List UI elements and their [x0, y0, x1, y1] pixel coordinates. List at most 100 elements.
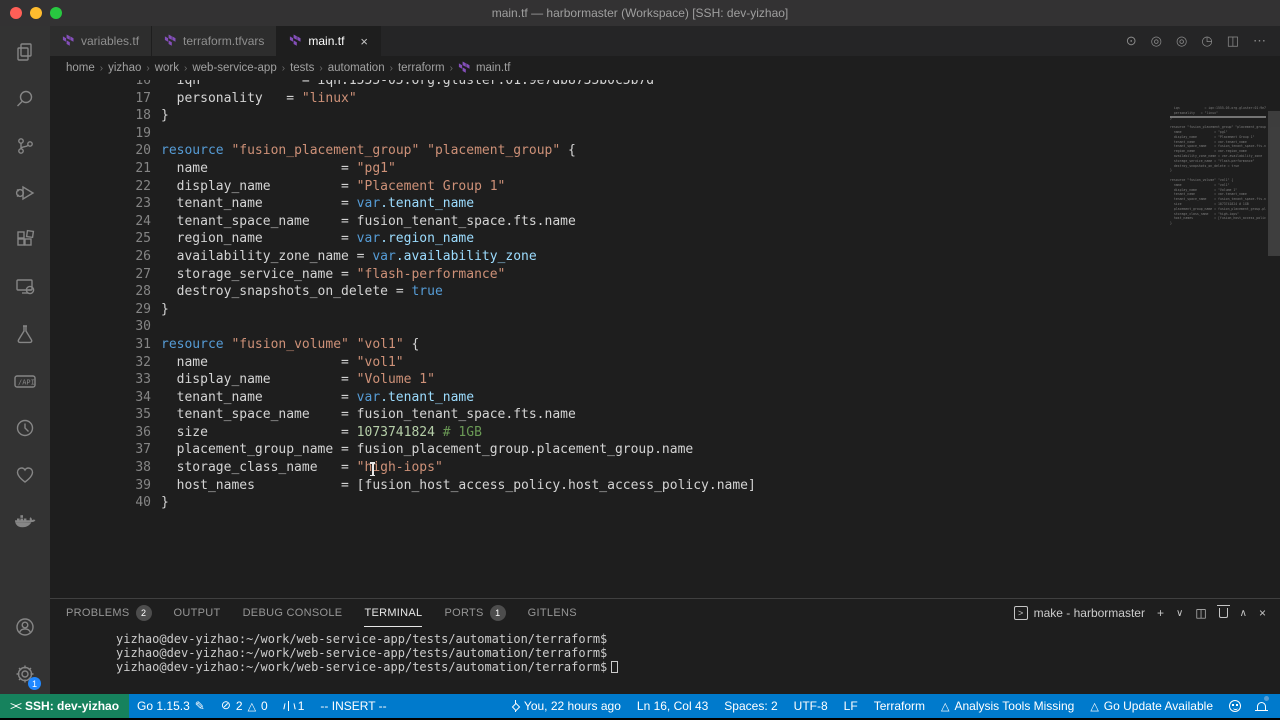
code-line-24[interactable]: 24 tenant_space_name = fusion_tenant_spa… [50, 213, 1280, 231]
terminal-session-selector[interactable]: > make - harbormaster [1014, 606, 1145, 620]
more-actions-icon[interactable]: ⋯ [1253, 33, 1266, 49]
code-line-35[interactable]: 35 tenant_space_name = fusion_tenant_spa… [50, 406, 1280, 424]
remote-explorer-icon[interactable] [11, 273, 39, 301]
terminal-output[interactable]: yizhao@dev-yizhao:~/work/web-service-app… [50, 633, 1280, 694]
code-line-32[interactable]: 32 name = "vol1" [50, 354, 1280, 372]
panel-tab-output[interactable]: OUTPUT [174, 599, 221, 627]
code-line-36[interactable]: 36 size = 1073741824 # 1GB [50, 424, 1280, 442]
extensions-icon[interactable] [11, 226, 39, 254]
zoom-window-button[interactable] [50, 7, 62, 19]
statusbar-go-update-available[interactable]: △Go Update Available [1082, 694, 1221, 718]
code-line-33[interactable]: 33 display_name = "Volume 1" [50, 371, 1280, 389]
editor-scrollbar[interactable] [1268, 111, 1280, 256]
testing-icon[interactable] [11, 320, 39, 348]
statusbar-lf[interactable]: LF [836, 694, 866, 718]
code-line-22[interactable]: 22 display_name = "Placement Group 1" [50, 178, 1280, 196]
close-window-button[interactable] [10, 7, 22, 19]
new-terminal-button[interactable]: + [1157, 606, 1164, 620]
explorer-icon[interactable] [11, 38, 39, 66]
line-number: 39 [50, 477, 151, 495]
line-number: 38 [50, 459, 151, 477]
statusbar-analysis-tools-missing[interactable]: △Analysis Tools Missing [933, 694, 1082, 718]
panel-tab-gitlens[interactable]: GITLENS [528, 599, 577, 627]
gitlens-compare-working-icon[interactable]: ◎ [1151, 33, 1162, 49]
code-line-23[interactable]: 23 tenant_name = var.tenant_name [50, 195, 1280, 213]
code-line-30[interactable]: 30 [50, 318, 1280, 336]
split-editor-icon[interactable]: ◫ [1227, 33, 1239, 49]
code-line-19[interactable]: 19 [50, 125, 1280, 143]
code-line-40[interactable]: 40} [50, 494, 1280, 512]
code-text: display_name = "Volume 1" [151, 371, 435, 389]
open-changes-icon[interactable]: ⊙ [1126, 33, 1137, 49]
code-editor[interactable]: 16 iqn = iqn:1555-05.org.gluster:01:9e7d… [50, 80, 1280, 598]
panel-tab-problems[interactable]: PROBLEMS2 [66, 599, 152, 627]
gitlens-compare-branch-icon[interactable]: ◎ [1176, 33, 1187, 49]
breadcrumb-item[interactable]: home [66, 62, 95, 74]
problems-indicator[interactable]: ⊘ 2 △ 0 [213, 694, 276, 718]
panel-tab-debug-console[interactable]: DEBUG CONSOLE [243, 599, 343, 627]
panel-tab-ports[interactable]: PORTS1 [444, 599, 505, 627]
statusbar-you-22-hours-ago[interactable]: You, 22 hours ago [504, 694, 629, 718]
panel-tab-terminal[interactable]: TERMINAL [364, 599, 422, 627]
line-number: 17 [50, 90, 151, 108]
settings-gear-icon[interactable]: 1 [11, 660, 39, 688]
breadcrumb-item[interactable]: web-service-app [192, 62, 276, 74]
file-history-icon[interactable]: ◷ [1201, 33, 1212, 49]
code-line-37[interactable]: 37 placement_group_name = fusion_placeme… [50, 441, 1280, 459]
line-number: 27 [50, 266, 151, 284]
code-line-28[interactable]: 28 destroy_snapshots_on_delete = true [50, 283, 1280, 301]
code-line-20[interactable]: 20resource "fusion_placement_group" "pla… [50, 142, 1280, 160]
tab-terraform.tfvars[interactable]: terraform.tfvars [152, 26, 277, 56]
code-text: tenant_name = var.tenant_name [151, 195, 474, 213]
breadcrumb-item[interactable]: yizhao [108, 62, 141, 74]
source-control-icon[interactable] [11, 132, 39, 160]
breadcrumb-item[interactable]: work [155, 62, 179, 74]
breadcrumb-item[interactable]: main.tf [476, 62, 511, 74]
gitlens-icon[interactable] [11, 414, 39, 442]
remote-indicator[interactable]: >< SSH: dev-yizhao [0, 694, 129, 718]
tab-variables.tf[interactable]: variables.tf [50, 26, 152, 56]
close-tab-icon[interactable]: × [360, 34, 368, 49]
split-terminal-icon[interactable]: ◫ [1195, 606, 1206, 620]
tab-main.tf[interactable]: main.tf× [277, 26, 381, 56]
code-line-34[interactable]: 34 tenant_name = var.tenant_name [50, 389, 1280, 407]
commit-icon [512, 700, 519, 712]
account-icon[interactable] [11, 613, 39, 641]
ports-indicator[interactable]: 1 [276, 694, 313, 718]
breadcrumb-item[interactable]: automation [328, 62, 385, 74]
code-line-21[interactable]: 21 name = "pg1" [50, 160, 1280, 178]
code-line-38[interactable]: 38 storage_class_name = "high-iops" [50, 459, 1280, 477]
run-debug-icon[interactable] [11, 179, 39, 207]
code-line-27[interactable]: 27 storage_service_name = "flash-perform… [50, 266, 1280, 284]
remote-icon: >< [10, 699, 20, 713]
close-panel-icon[interactable]: × [1259, 606, 1266, 620]
statusbar-bell-icon[interactable] [1249, 694, 1274, 718]
code-line-16[interactable]: 16 iqn = iqn:1555-05.org.gluster:01:9e7d… [50, 80, 1280, 90]
code-line-18[interactable]: 18} [50, 107, 1280, 125]
code-line-31[interactable]: 31resource "fusion_volume" "vol1" { [50, 336, 1280, 354]
code-line-26[interactable]: 26 availability_zone_name = var.availabi… [50, 248, 1280, 266]
docker-icon[interactable] [11, 508, 39, 536]
maximize-panel-icon[interactable]: ∧ [1240, 608, 1247, 619]
statusbar-terraform[interactable]: Terraform [866, 694, 933, 718]
search-icon[interactable] [11, 85, 39, 113]
terraform-file-icon [62, 33, 75, 49]
code-line-39[interactable]: 39 host_names = [fusion_host_access_poli… [50, 477, 1280, 495]
minimize-window-button[interactable] [30, 7, 42, 19]
api-client-icon[interactable]: /API [11, 367, 39, 395]
breadcrumb-item[interactable]: terraform [398, 62, 445, 74]
kill-terminal-icon[interactable] [1219, 608, 1228, 618]
breadcrumb-item[interactable]: tests [290, 62, 314, 74]
terminal-dropdown-icon[interactable]: ∨ [1176, 608, 1183, 619]
statusbar-ln-16-col-43[interactable]: Ln 16, Col 43 [629, 694, 716, 718]
vim-mode-indicator[interactable]: -- INSERT -- [312, 694, 394, 718]
statusbar-feedback-icon[interactable] [1221, 694, 1249, 718]
code-line-25[interactable]: 25 region_name = var.region_name [50, 230, 1280, 248]
go-version-indicator[interactable]: Go 1.15.3 ✎ [129, 694, 213, 718]
statusbar-utf-8[interactable]: UTF-8 [786, 694, 836, 718]
sponsor-heart-icon[interactable] [11, 461, 39, 489]
minimap[interactable]: iqn = iqn:1555-05.org.gluster:01:9e7db87… [1170, 106, 1266, 236]
statusbar-spaces-2[interactable]: Spaces: 2 [716, 694, 785, 718]
code-line-29[interactable]: 29} [50, 301, 1280, 319]
code-line-17[interactable]: 17 personality = "linux" [50, 90, 1280, 108]
